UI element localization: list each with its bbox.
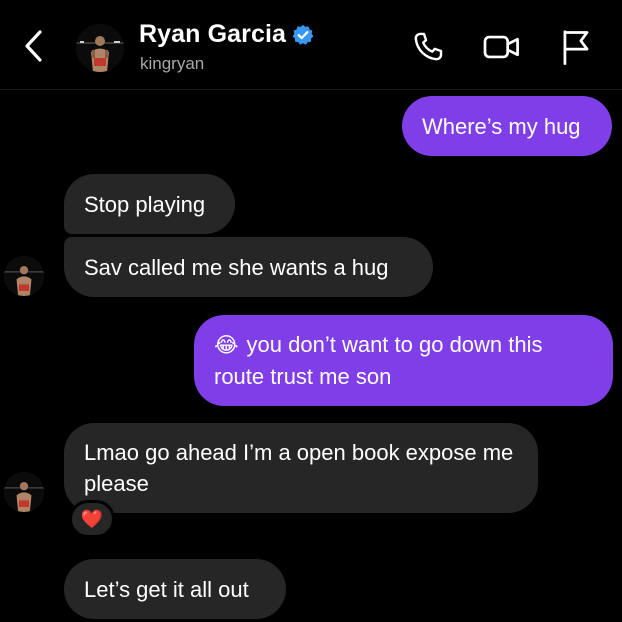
back-chevron-icon	[25, 30, 42, 62]
flag-icon	[563, 30, 589, 65]
contact-name: Ryan Garcia	[139, 20, 287, 48]
sender-avatar[interactable]	[4, 472, 44, 512]
message-text: Lmao go ahead I’m a open book expose me …	[84, 440, 514, 496]
contact-name-row: Ryan Garcia	[139, 20, 314, 49]
chat-header: Ryan Garcia kingryan	[0, 0, 622, 90]
message-text: Stop playing	[84, 191, 206, 217]
incoming-message[interactable]: Sav called me she wants a hug	[64, 237, 433, 297]
laughing-emoji: 😂	[214, 334, 239, 357]
avatar-photo	[4, 472, 44, 512]
report-button[interactable]	[556, 28, 596, 66]
phone-icon	[414, 32, 443, 61]
message-text: Let’s get it all out	[84, 576, 249, 602]
message-text: Where’s my hug	[422, 113, 581, 139]
incoming-message[interactable]: Let’s get it all out	[64, 559, 286, 619]
verified-badge-icon	[292, 24, 314, 45]
back-button[interactable]	[18, 26, 50, 66]
contact-username: kingryan	[140, 54, 205, 73]
avatar-photo	[76, 24, 124, 72]
incoming-message[interactable]: Lmao go ahead I’m a open book expose me …	[64, 423, 538, 513]
audio-call-button[interactable]	[408, 28, 448, 66]
heart-reaction[interactable]: ❤️	[69, 500, 115, 538]
video-camera-icon	[483, 35, 519, 59]
outgoing-message[interactable]: Where’s my hug	[402, 96, 612, 156]
incoming-message[interactable]: Stop playing	[64, 174, 235, 234]
avatar-photo	[4, 256, 44, 296]
heart-icon: ❤️	[80, 509, 104, 529]
outgoing-message[interactable]: 😂 you don’t want to go down this route tr…	[194, 315, 613, 406]
sender-avatar[interactable]	[4, 256, 44, 296]
message-text: Sav called me she wants a hug	[84, 254, 389, 280]
contact-avatar[interactable]	[76, 24, 124, 72]
message-text: you don’t want to go down this route tru…	[214, 332, 543, 389]
video-call-button[interactable]	[482, 28, 522, 66]
